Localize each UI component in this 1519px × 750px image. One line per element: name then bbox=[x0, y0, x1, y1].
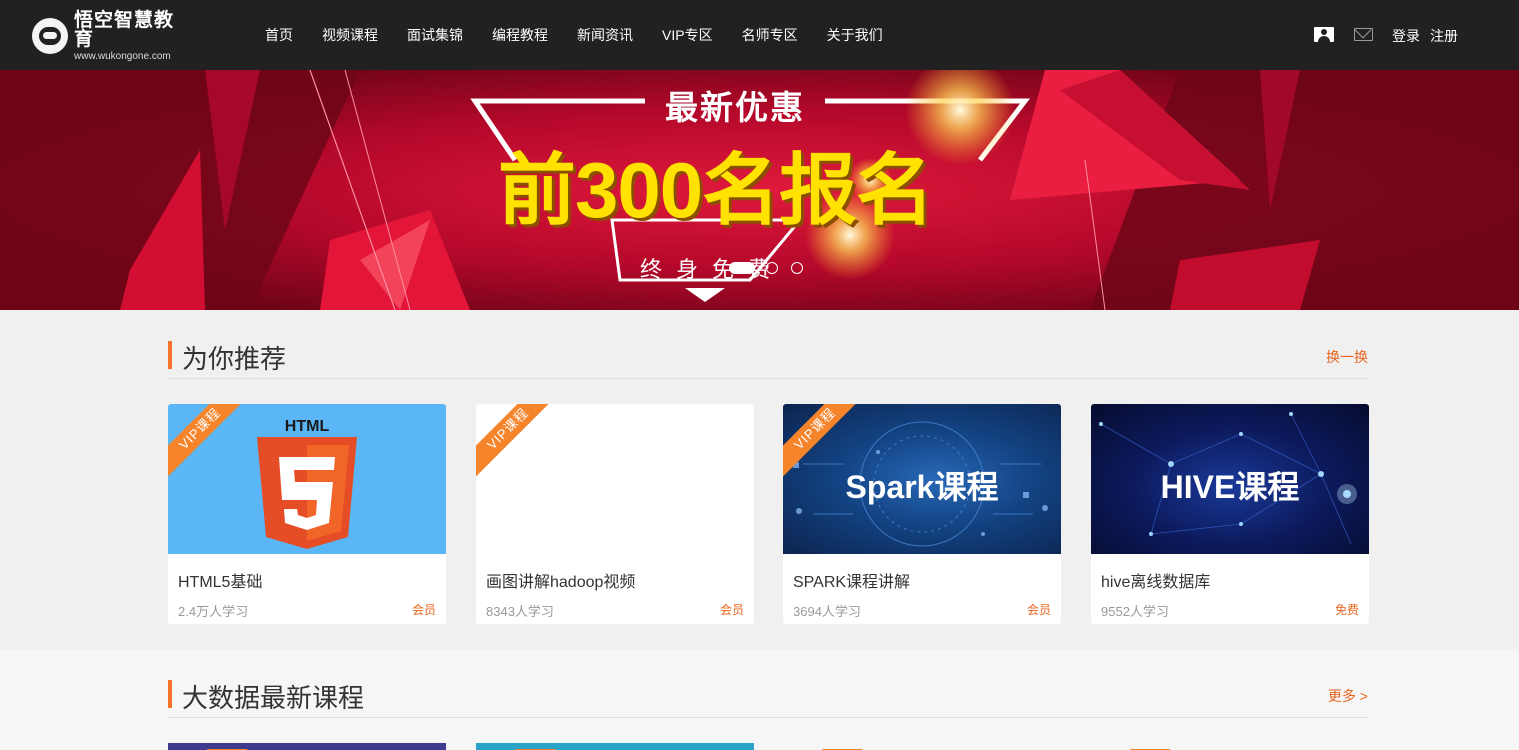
site-logo[interactable]: 悟空智慧教育 www.wukongone.com bbox=[32, 11, 192, 61]
course-card-partial[interactable] bbox=[783, 743, 1061, 750]
thumbnail-text: HIVE课程 bbox=[1160, 469, 1300, 505]
login-link[interactable]: 登录 bbox=[1392, 28, 1420, 44]
section-title: 为你推荐 bbox=[182, 344, 287, 374]
course-card[interactable]: HIVE课程 hive离线数据库 9552人学习 免费 bbox=[1091, 404, 1369, 624]
thumbnail-text: Spark课程 bbox=[845, 469, 999, 505]
top-navigation-bar: 悟空智慧教育 www.wukongone.com 首页 视频课程 面试集锦 编程… bbox=[0, 0, 1519, 70]
student-count: 3694人学习 bbox=[793, 604, 861, 619]
course-card-partial[interactable] bbox=[1091, 743, 1369, 750]
auth-links: 登录 注册 bbox=[1392, 26, 1458, 46]
student-count: 2.4万人学习 bbox=[178, 604, 249, 619]
nav-item-vip[interactable]: VIP专区 bbox=[662, 25, 713, 45]
carousel-dot-3[interactable] bbox=[791, 262, 803, 274]
carousel-indicators bbox=[729, 262, 816, 274]
logo-name: 悟空智慧教育 bbox=[74, 9, 175, 50]
nav-item-home[interactable]: 首页 bbox=[265, 25, 293, 45]
course-thumbnail: HIVE课程 bbox=[1091, 404, 1369, 554]
student-count: 9552人学习 bbox=[1101, 604, 1169, 619]
course-thumbnail: HTML VIP课程 bbox=[168, 404, 446, 554]
nav-item-news[interactable]: 新闻资讯 bbox=[577, 25, 633, 45]
access-tag: 会员 bbox=[719, 603, 744, 617]
course-title[interactable]: SPARK课程讲解 bbox=[793, 568, 910, 592]
student-count: 8343人学习 bbox=[486, 604, 554, 619]
nav-item-tutorials[interactable]: 编程教程 bbox=[492, 25, 548, 45]
carousel-dot-2[interactable] bbox=[766, 262, 778, 274]
user-profile-icon[interactable] bbox=[1314, 27, 1334, 42]
banner-headline: 前300名报名 bbox=[498, 146, 934, 234]
section-accent-bar bbox=[168, 341, 172, 369]
mail-icon[interactable] bbox=[1354, 28, 1373, 41]
refresh-recommendations-link[interactable]: 换一换 bbox=[1326, 347, 1368, 367]
recommend-section-header: 为你推荐 换一换 bbox=[168, 339, 1368, 379]
section-accent-bar bbox=[168, 680, 172, 708]
logo-url: www.wukongone.com bbox=[74, 50, 171, 62]
vip-badge: VIP课程 bbox=[476, 404, 559, 480]
nav-item-about[interactable]: 关于我们 bbox=[827, 25, 883, 45]
carousel-dot-1[interactable] bbox=[729, 262, 755, 274]
monkey-logo-icon bbox=[32, 18, 68, 54]
section-title: 大数据最新课程 bbox=[182, 683, 365, 713]
nav-item-teachers[interactable]: 名师专区 bbox=[742, 25, 798, 45]
access-tag: 会员 bbox=[411, 603, 436, 617]
course-title[interactable]: hive离线数据库 bbox=[1101, 568, 1210, 592]
course-title[interactable]: 画图讲解hadoop视频 bbox=[486, 568, 635, 592]
course-card[interactable]: VIP课程 画图讲解hadoop视频 8343人学习 会员 bbox=[476, 404, 754, 624]
access-tag: 会员 bbox=[1026, 603, 1051, 617]
course-thumbnail: Spark课程 VIP课程 bbox=[783, 404, 1061, 554]
nav-item-video-courses[interactable]: 视频课程 bbox=[322, 25, 378, 45]
nav-item-interview[interactable]: 面试集锦 bbox=[407, 25, 463, 45]
thumbnail-text: HTML bbox=[285, 418, 330, 435]
main-nav: 首页 视频课程 面试集锦 编程教程 新闻资讯 VIP专区 名师专区 关于我们 bbox=[265, 0, 883, 70]
access-tag: 免费 bbox=[1334, 603, 1359, 617]
course-title[interactable]: HTML5基础 bbox=[178, 568, 262, 592]
course-card[interactable]: HTML VIP课程 HTML5基础 2.4万人学习 会员 bbox=[168, 404, 446, 624]
register-link[interactable]: 注册 bbox=[1430, 28, 1458, 44]
course-card[interactable]: Spark课程 VIP课程 SPARK课程讲解 3694人学习 会员 bbox=[783, 404, 1061, 624]
more-courses-link[interactable]: 更多 > bbox=[1328, 686, 1368, 706]
course-card-partial[interactable] bbox=[168, 743, 446, 750]
course-card-partial[interactable] bbox=[476, 743, 754, 750]
banner-slogan: 最新优惠 bbox=[665, 89, 805, 126]
course-thumbnail: VIP课程 bbox=[476, 404, 754, 554]
promo-banner[interactable]: 最新优惠 前300名报名 终身免费 bbox=[0, 70, 1519, 310]
logo-text: 悟空智慧教育 www.wukongone.com bbox=[74, 11, 192, 62]
bigdata-section-header: 大数据最新课程 更多 > bbox=[168, 678, 1368, 718]
